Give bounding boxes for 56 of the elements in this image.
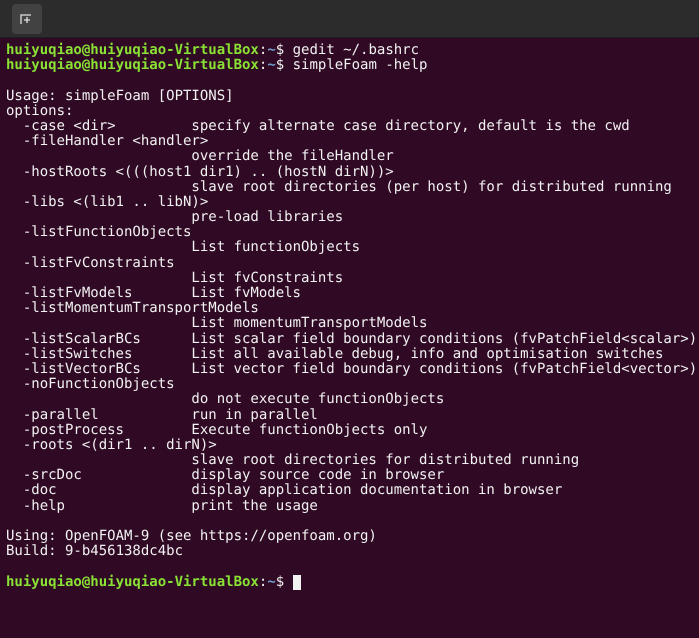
option-name-text: -postProcess xyxy=(22,422,124,438)
output-text: Build: 9-b456138dc4bc xyxy=(6,543,184,560)
prompt-separator: : xyxy=(258,574,268,590)
option-description: List all available debug, info and optimisation switches xyxy=(191,346,664,362)
option-name-text: -noFunctionObjects xyxy=(22,376,175,392)
option-name-text: -listScalarBCs xyxy=(22,330,141,347)
prompt-path: ~ xyxy=(267,574,276,590)
option-name-text: -parallel xyxy=(22,406,99,422)
new-tab-button[interactable] xyxy=(12,4,42,34)
option-description: List scalar field boundary conditions (fvPatchField<scalar>) xyxy=(191,332,698,347)
option-description: slave root directories for distributed running xyxy=(191,452,580,468)
option-name-text: -listFvConstraints xyxy=(22,254,175,271)
prompt-path: ~ xyxy=(267,58,276,74)
prompt-user-host: huiyuqiao@huiyuqiao-VirtualBox xyxy=(6,574,259,590)
option-name-text: -listMomentumTransportModels xyxy=(22,300,259,316)
option-description: pre-load libraries xyxy=(191,209,344,226)
option-description: display source code in browser xyxy=(191,468,444,484)
command-text: simpleFoam -help xyxy=(292,58,428,74)
option-description: do not execute functionObjects xyxy=(191,391,444,408)
option-description: List momentumTransportModels xyxy=(191,315,428,332)
option-name-text: -listSwitches xyxy=(22,346,132,362)
option-name-text: -listVectorBCs xyxy=(22,360,141,377)
option-description: List fvConstraints xyxy=(191,270,344,286)
prompt-separator: : xyxy=(258,58,268,74)
option-name-text: -doc xyxy=(22,482,57,498)
option-description: slave root directories (per host) for distributed running xyxy=(191,178,672,195)
output-text: options: xyxy=(6,102,74,119)
option-description: run in parallel xyxy=(191,408,318,423)
option-name-text: -libs <(lib1 .. libN)> xyxy=(22,194,208,210)
option-description: print the usage xyxy=(191,498,318,514)
option-name-text: -help xyxy=(22,498,65,514)
option-name-text: -case <dir> xyxy=(22,118,116,134)
option-description: List fvModels xyxy=(191,286,301,301)
prompt-symbol: $ xyxy=(276,574,284,590)
prompt-symbol: $ xyxy=(276,58,284,74)
option-description: Execute functionObjects only xyxy=(191,422,428,438)
prompt-user-host: huiyuqiao@huiyuqiao-VirtualBox xyxy=(6,43,259,58)
option-description: override the fileHandler xyxy=(191,148,394,164)
option-name-text: -roots <(dir1 .. dirN)> xyxy=(22,436,217,453)
option-name-text: -hostRoots <(((host1 dir1) .. (hostN dirN))> xyxy=(22,164,394,180)
new-tab-icon xyxy=(20,12,34,24)
command-text: gedit ~/.bashrc xyxy=(292,43,420,58)
output-text: Usage: simpleFoam [OPTIONS] xyxy=(6,88,234,104)
option-description: specify alternate case directory, default is the cwd xyxy=(191,118,630,134)
prompt-user-host: huiyuqiao@huiyuqiao-VirtualBox xyxy=(6,58,259,74)
option-description: display application documentation in browser xyxy=(191,483,562,499)
option-name-text: -srcDoc xyxy=(22,467,82,484)
option-name-text: -fileHandler <handler> xyxy=(22,133,208,150)
option-description: List functionObjects xyxy=(191,239,360,256)
prompt-symbol: $ xyxy=(276,43,284,58)
option-name-text: -listFvModels xyxy=(22,285,132,301)
prompt-separator: : xyxy=(258,43,268,58)
option-name-text: -listFunctionObjects xyxy=(22,224,192,240)
output-text: Using: OpenFOAM-9 (see https://openfoam.org) xyxy=(6,528,377,544)
option-description: List vector field boundary conditions (fvPatchField<vector>) xyxy=(191,362,698,378)
prompt-path: ~ xyxy=(267,43,276,58)
